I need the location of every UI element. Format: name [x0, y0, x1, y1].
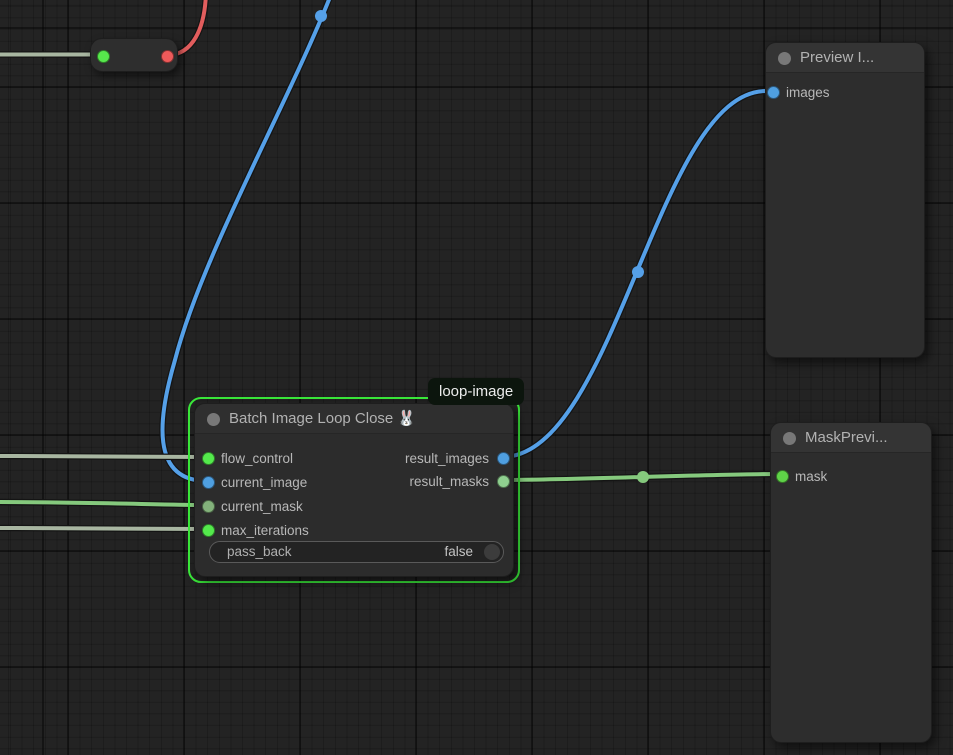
pass-back-widget-value: false	[444, 542, 473, 562]
link-midpoint-dot-green-right	[637, 471, 649, 483]
input-slot-current-mask[interactable]	[202, 500, 215, 513]
pass-back-toggle-knob[interactable]	[484, 544, 500, 560]
output-label-result-images: result_images	[405, 452, 489, 466]
pass-back-widget-label: pass_back	[227, 542, 292, 562]
input-slot-mask[interactable]	[776, 470, 789, 483]
wire-into-current-mask	[0, 502, 207, 505]
collapse-dot-icon[interactable]	[783, 432, 796, 445]
input-label-max-iterations: max_iterations	[221, 524, 309, 538]
input-slot-current-image[interactable]	[202, 476, 215, 489]
input-slot-max-iterations[interactable]	[202, 524, 215, 537]
collapse-dot-icon[interactable]	[778, 52, 791, 65]
link-midpoint-dot-blue-top	[315, 10, 327, 22]
collapsed-node-output-slot-green[interactable]	[97, 50, 110, 63]
preview-image-node[interactable]: Preview I... images	[765, 42, 925, 358]
output-slot-result-images[interactable]	[497, 452, 510, 465]
mask-preview-title-bar[interactable]: MaskPrevi...	[771, 423, 931, 453]
wire-into-max-iterations	[0, 528, 207, 529]
collapsed-node[interactable]	[90, 38, 178, 72]
input-slot-images[interactable]	[767, 86, 780, 99]
mask-preview-node[interactable]: MaskPrevi... mask	[770, 422, 932, 743]
wire-into-flow-control	[0, 456, 207, 457]
collapsed-node-output-slot-red[interactable]	[161, 50, 174, 63]
input-label-images: images	[786, 86, 830, 100]
collapse-dot-icon[interactable]	[207, 413, 220, 426]
mask-preview-title: MaskPrevi...	[805, 423, 888, 453]
preview-image-title: Preview I...	[800, 43, 874, 73]
input-label-current-image: current_image	[221, 476, 307, 490]
input-label-current-mask: current_mask	[221, 500, 303, 514]
input-label-mask: mask	[795, 470, 827, 484]
main-node-title-bar[interactable]: Batch Image Loop Close 🐰	[195, 404, 513, 434]
link-midpoint-dot-blue-right	[632, 266, 644, 278]
main-node-title: Batch Image Loop Close 🐰	[229, 404, 416, 434]
output-slot-result-masks[interactable]	[497, 475, 510, 488]
input-label-flow-control: flow_control	[221, 452, 293, 466]
input-slot-flow-control[interactable]	[202, 452, 215, 465]
main-node-group-badge: loop-image	[428, 378, 524, 405]
preview-image-title-bar[interactable]: Preview I...	[766, 43, 924, 73]
main-node[interactable]: Batch Image Loop Close 🐰 flow_control cu…	[194, 403, 514, 577]
output-label-result-masks: result_masks	[409, 475, 489, 489]
pass-back-toggle-widget[interactable]: pass_back false	[209, 541, 504, 563]
node-editor-canvas[interactable]: { "canvas": { "background": "#232323", "…	[0, 0, 953, 755]
